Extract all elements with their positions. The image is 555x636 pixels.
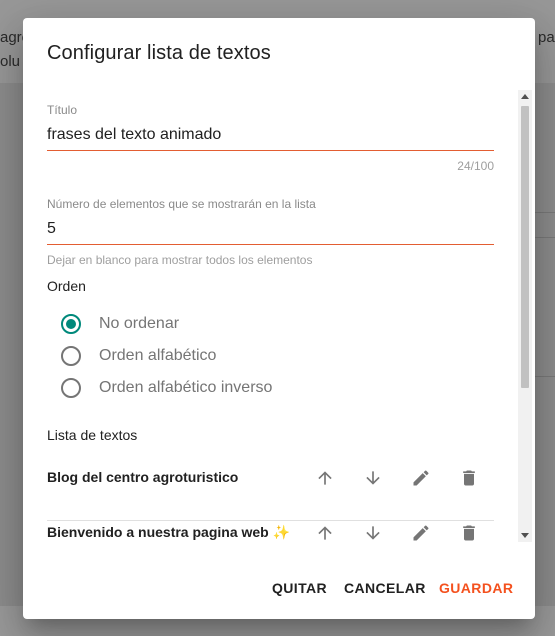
background-divider bbox=[535, 237, 555, 238]
move-up-button[interactable] bbox=[311, 464, 339, 492]
list-item-text: Blog del centro agroturistico bbox=[47, 469, 239, 485]
delete-icon bbox=[463, 525, 475, 541]
background-divider bbox=[535, 212, 555, 213]
edit-button[interactable] bbox=[407, 519, 435, 547]
count-input-underline bbox=[47, 244, 494, 245]
arrow-up-icon bbox=[318, 471, 332, 485]
dialog-content: Título frases del texto animado 24/100 N… bbox=[23, 88, 535, 561]
radio-checked-icon[interactable] bbox=[61, 314, 81, 334]
delete-icon bbox=[463, 470, 475, 486]
arrow-down-icon bbox=[366, 526, 380, 540]
list-item: Blog del centro agroturistico bbox=[47, 454, 494, 502]
remove-button[interactable]: QUITAR bbox=[264, 570, 335, 606]
count-input[interactable]: 5 bbox=[47, 220, 56, 238]
background-text: pa bbox=[538, 29, 555, 46]
edit-icon bbox=[413, 525, 429, 541]
move-up-button[interactable] bbox=[311, 519, 339, 547]
configure-text-list-dialog: Configurar lista de textos Título frases… bbox=[23, 18, 535, 619]
order-label: Orden bbox=[47, 278, 86, 294]
list-item: Bienvenido a nuestra pagina web ✨ bbox=[47, 509, 494, 557]
count-field-label: Número de elementos que se mostrarán en … bbox=[47, 197, 316, 211]
title-field-label: Título bbox=[47, 103, 78, 117]
count-field-hint: Dejar en blanco para mostrar todos los e… bbox=[47, 253, 313, 267]
edit-icon bbox=[413, 470, 429, 486]
radio-unchecked-icon[interactable] bbox=[61, 346, 81, 366]
content-scrollbar[interactable] bbox=[518, 90, 532, 542]
dialog-title: Configurar lista de textos bbox=[47, 42, 271, 64]
move-down-button[interactable] bbox=[359, 519, 387, 547]
scroll-down-arrow-icon[interactable] bbox=[521, 533, 529, 538]
scroll-up-arrow-icon[interactable] bbox=[521, 94, 529, 99]
scrollbar-thumb[interactable] bbox=[521, 106, 529, 388]
cancel-button[interactable]: CANCELAR bbox=[336, 570, 434, 606]
list-item-text: Bienvenido a nuestra pagina web ✨ bbox=[47, 524, 291, 540]
delete-button[interactable] bbox=[455, 519, 483, 547]
background-text: olu bbox=[0, 53, 21, 70]
title-input[interactable]: frases del texto animado bbox=[47, 126, 221, 144]
save-button[interactable]: GUARDAR bbox=[431, 570, 521, 606]
background-divider bbox=[535, 376, 555, 377]
radio-alphabetical[interactable]: Orden alfabético bbox=[61, 343, 216, 369]
radio-no-order[interactable]: No ordenar bbox=[61, 311, 179, 337]
radio-reverse-alphabetical[interactable]: Orden alfabético inverso bbox=[61, 375, 272, 401]
radio-label: Orden alfabético bbox=[99, 347, 217, 364]
radio-label: Orden alfabético inverso bbox=[99, 379, 273, 396]
title-input-underline bbox=[47, 150, 494, 151]
dialog-actions: QUITAR CANCELAR GUARDAR bbox=[23, 570, 535, 606]
title-char-counter: 24/100 bbox=[457, 159, 494, 173]
arrow-up-icon bbox=[318, 526, 332, 540]
edit-button[interactable] bbox=[407, 464, 435, 492]
arrow-down-icon bbox=[366, 471, 380, 485]
radio-unchecked-icon[interactable] bbox=[61, 378, 81, 398]
move-down-button[interactable] bbox=[359, 464, 387, 492]
text-list-label: Lista de textos bbox=[47, 427, 138, 443]
delete-button[interactable] bbox=[455, 464, 483, 492]
radio-label: No ordenar bbox=[99, 315, 180, 332]
